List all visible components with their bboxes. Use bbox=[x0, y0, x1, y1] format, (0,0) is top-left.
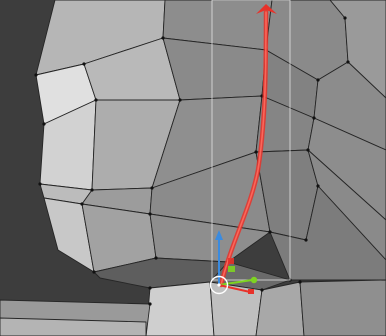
mesh-face bbox=[145, 281, 215, 336]
mesh-face bbox=[299, 279, 386, 336]
3d-viewport[interactable] bbox=[0, 0, 386, 336]
yz-plane-handle[interactable] bbox=[228, 266, 235, 272]
mesh-face bbox=[209, 281, 263, 336]
xz-plane-handle[interactable] bbox=[228, 258, 234, 264]
viewport-canvas[interactable] bbox=[0, 0, 386, 336]
y-axis-endpoint-icon[interactable] bbox=[250, 276, 258, 284]
x-axis-endpoint-icon[interactable] bbox=[248, 289, 254, 294]
pivot-dot bbox=[217, 283, 221, 287]
